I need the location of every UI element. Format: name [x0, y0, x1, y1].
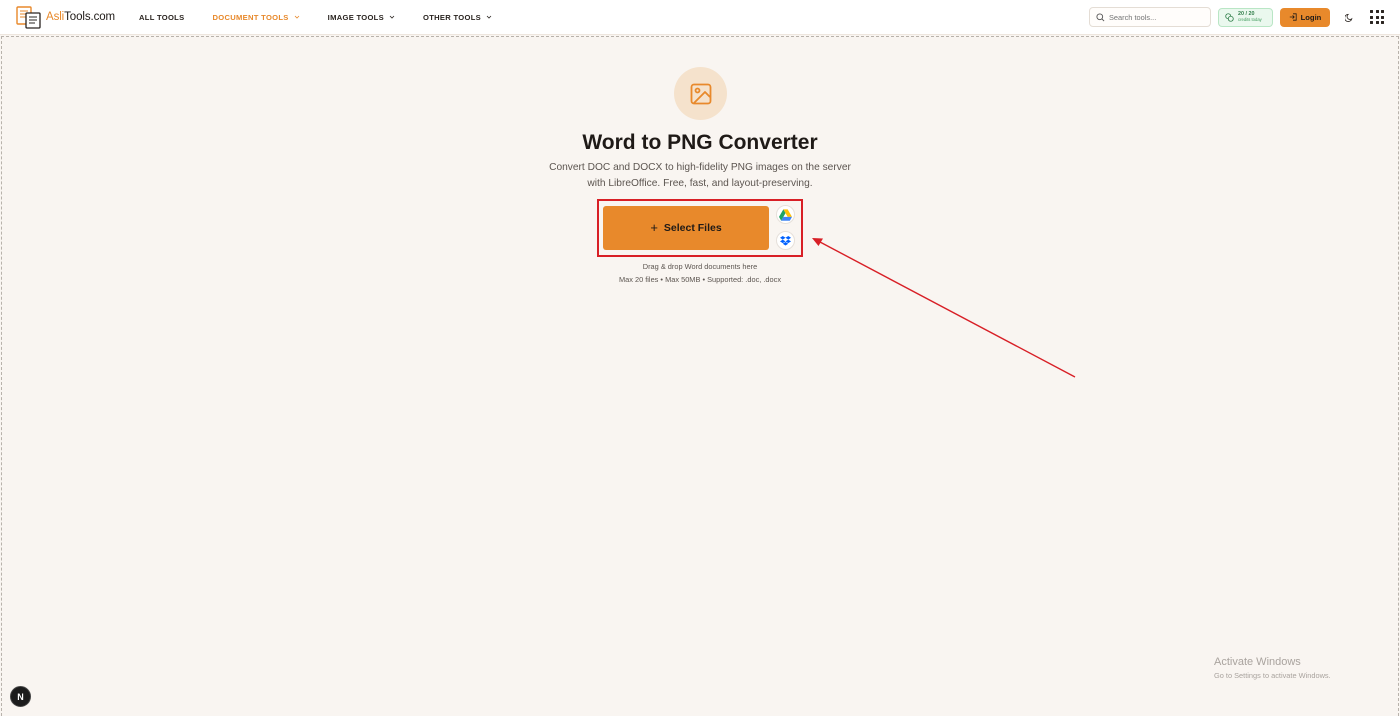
select-files-button[interactable]: + Select Files — [603, 206, 769, 250]
top-header: AsliTools.com ALL TOOLS DOCUMENT TOOLS I… — [0, 0, 1400, 35]
nav-all-tools[interactable]: ALL TOOLS — [139, 13, 184, 22]
search-icon — [1096, 12, 1105, 21]
site-logo[interactable]: AsliTools.com — [16, 5, 115, 29]
drag-drop-hint: Drag & drop Word documents here — [642, 262, 758, 271]
image-icon — [674, 67, 727, 120]
plus-icon: + — [650, 220, 658, 235]
chevron-down-icon — [294, 15, 299, 19]
login-icon — [1289, 13, 1297, 21]
chevron-down-icon — [389, 15, 395, 19]
header-actions: 20 / 20 credits today Login — [1089, 7, 1384, 27]
page-subtitle: Convert DOC and DOCX to high-fidelity PN… — [549, 162, 851, 189]
page-title: Word to PNG Converter — [582, 131, 818, 154]
search-input[interactable] — [1109, 12, 1204, 22]
search-box[interactable] — [1089, 7, 1211, 27]
chevron-down-icon — [486, 15, 492, 19]
nav-image-tools[interactable]: IMAGE TOOLS — [328, 13, 395, 22]
dropbox-button[interactable] — [776, 231, 795, 250]
apps-grid-icon[interactable] — [1370, 10, 1384, 24]
windows-activation-watermark: Activate Windows Go to Settings to activ… — [1214, 656, 1331, 680]
dropbox-icon — [780, 235, 791, 246]
credits-label: credits today — [1238, 17, 1262, 22]
login-button[interactable]: Login — [1280, 7, 1330, 27]
logo-text: AsliTools.com — [46, 11, 116, 23]
logo-icon — [16, 5, 44, 29]
upload-limits: Max 20 files • Max 50MB • Supported: .do… — [618, 275, 782, 284]
moon-icon — [1344, 13, 1352, 22]
credits-badge[interactable]: 20 / 20 credits today — [1218, 7, 1273, 27]
nav-document-tools[interactable]: DOCUMENT TOOLS — [212, 13, 299, 22]
main-nav: ALL TOOLS DOCUMENT TOOLS IMAGE TOOLS OTH… — [139, 13, 520, 22]
nav-other-tools[interactable]: OTHER TOOLS — [423, 13, 492, 22]
coins-icon — [1225, 12, 1234, 22]
google-drive-icon — [779, 208, 792, 221]
google-drive-button[interactable] — [776, 205, 795, 224]
theme-toggle-button[interactable] — [1342, 10, 1356, 24]
nextjs-dev-badge[interactable]: N — [10, 686, 31, 707]
